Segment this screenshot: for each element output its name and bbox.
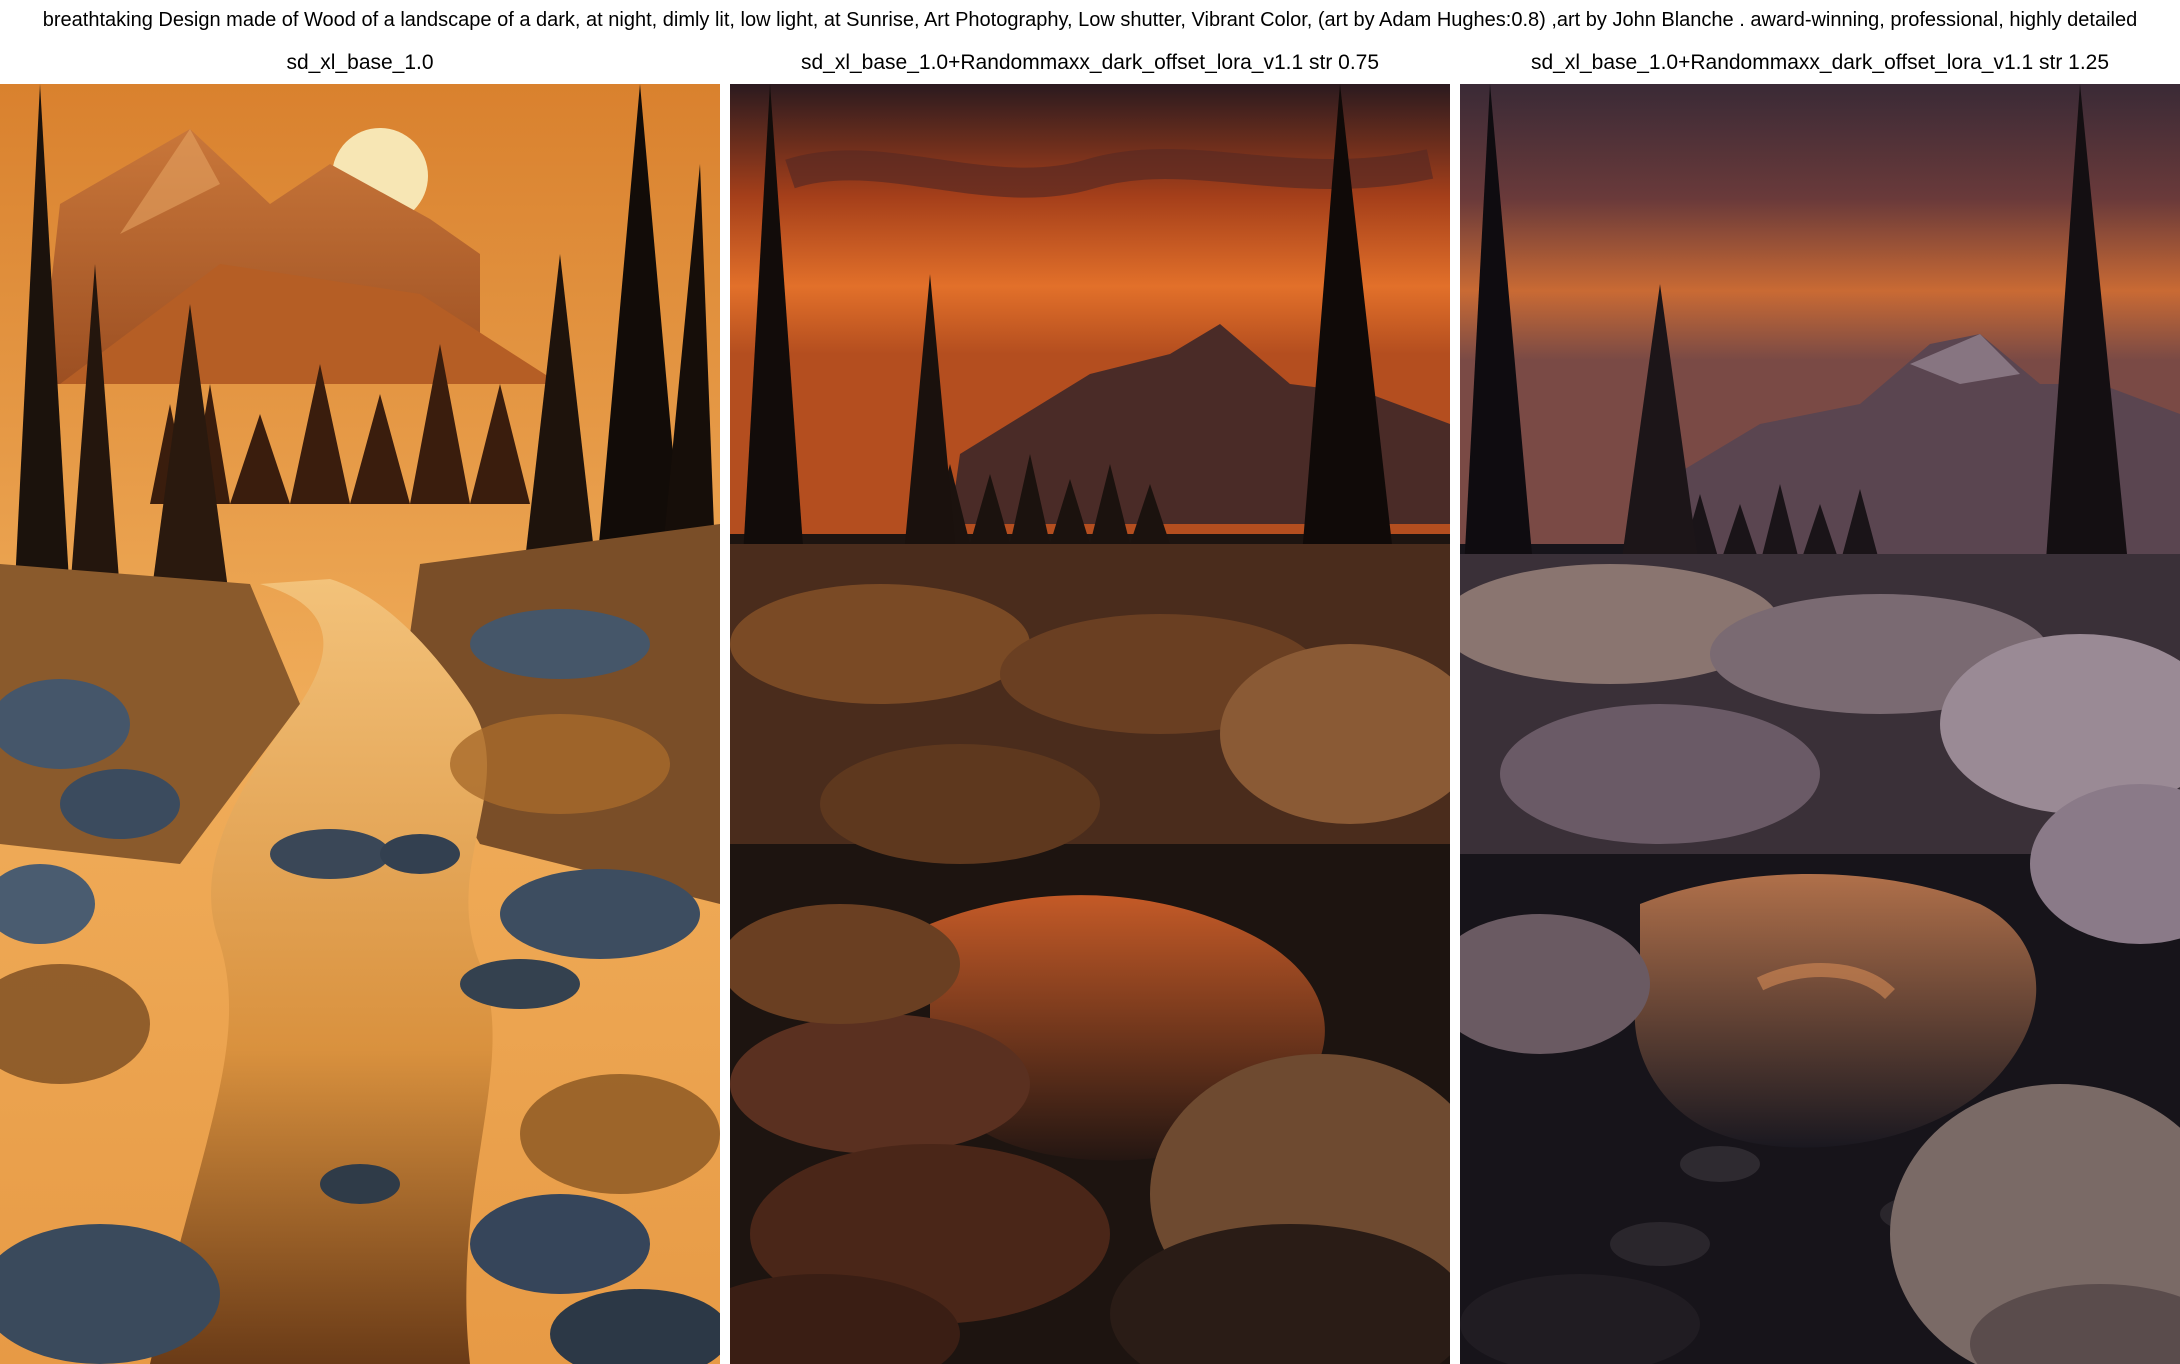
panel-caption-lora-075: sd_xl_base_1.0+Randommaxx_dark_offset_lo… xyxy=(800,51,1380,74)
prompt-text: breathtaking Design made of Wood of a la… xyxy=(42,9,2138,31)
landscape-illustration xyxy=(730,84,1450,1364)
landscape-illustration xyxy=(1460,84,2180,1364)
landscape-image-lora-075 xyxy=(730,84,1450,1364)
panel-caption-lora-125: sd_xl_base_1.0+Randommaxx_dark_offset_lo… xyxy=(1530,51,2110,74)
landscape-image-lora-125 xyxy=(1460,84,2180,1364)
landscape-illustration xyxy=(0,84,720,1364)
panel-caption-base: sd_xl_base_1.0 xyxy=(286,51,434,74)
landscape-image-base xyxy=(0,84,720,1364)
